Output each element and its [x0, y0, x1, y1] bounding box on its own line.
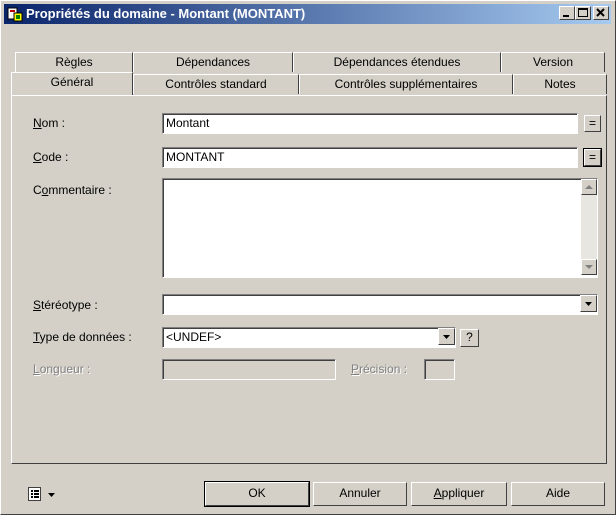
close-button[interactable]	[593, 6, 609, 20]
longueur-input[interactable]	[162, 359, 336, 380]
precision-label: Précision :	[351, 362, 408, 376]
chevron-down-icon	[585, 302, 592, 306]
commentaire-scrollbar[interactable]	[581, 179, 597, 275]
type-donnees-label: Type de données :	[33, 330, 132, 344]
tab-regles[interactable]: Règles	[15, 52, 133, 72]
nom-label: Nom :	[33, 116, 66, 130]
code-label: Code :	[33, 150, 69, 164]
minimize-icon	[563, 15, 569, 17]
type-donnees-combobox[interactable]: <UNDEF>	[162, 327, 456, 348]
aide-button[interactable]: Aide	[511, 482, 605, 506]
arrow-up-icon	[585, 185, 593, 189]
code-equal-button[interactable]: =	[583, 148, 602, 167]
ok-button[interactable]: OK	[204, 481, 310, 507]
maximize-icon	[578, 8, 588, 17]
tab-controles-supplementaires[interactable]: Contrôles supplémentaires	[299, 74, 513, 94]
properties-list-icon	[28, 487, 55, 501]
tab-dependances-etendues[interactable]: Dépendances étendues	[293, 52, 501, 72]
commentaire-label: Commentaire :	[33, 183, 112, 197]
close-icon	[596, 8, 605, 17]
properties-menu-button[interactable]	[27, 485, 61, 503]
scroll-down-button[interactable]	[581, 259, 597, 275]
stereotype-combobox[interactable]	[162, 294, 598, 315]
title-bar[interactable]: Propriétés du domaine - Montant (MONTANT…	[4, 4, 611, 24]
type-donnees-help-button[interactable]: ?	[460, 329, 479, 347]
nom-equal-button[interactable]: =	[584, 115, 601, 132]
tab-dependances[interactable]: Dépendances	[133, 52, 293, 72]
dialog-window: Propriétés du domaine - Montant (MONTANT…	[0, 0, 616, 515]
type-donnees-dropdown-button[interactable]	[438, 328, 455, 345]
nom-input[interactable]: Montant	[162, 113, 578, 134]
stereotype-dropdown-button[interactable]	[580, 295, 597, 312]
appliquer-button[interactable]: Appliquer	[411, 482, 507, 506]
window-title: Propriétés du domaine - Montant (MONTANT…	[26, 6, 306, 21]
arrow-down-icon	[585, 265, 593, 269]
precision-input[interactable]	[424, 359, 455, 380]
tab-general[interactable]: Général	[11, 72, 133, 95]
tab-version[interactable]: Version	[501, 52, 605, 72]
annuler-button[interactable]: Annuler	[313, 482, 407, 506]
code-input[interactable]: MONTANT	[162, 147, 578, 168]
stereotype-label: Stéréotype :	[33, 298, 98, 312]
chevron-down-icon	[443, 335, 450, 339]
minimize-button[interactable]	[559, 6, 575, 20]
scroll-up-button[interactable]	[581, 179, 597, 195]
tab-controles-standard[interactable]: Contrôles standard	[133, 74, 299, 94]
domain-properties-icon	[7, 6, 23, 22]
general-panel: Nom : Montant = Code : MONTANT = Comment…	[11, 95, 607, 464]
maximize-button[interactable]	[575, 6, 591, 20]
commentaire-textarea[interactable]	[162, 178, 598, 278]
longueur-label: Longueur :	[33, 362, 91, 376]
tab-notes[interactable]: Notes	[513, 74, 607, 94]
